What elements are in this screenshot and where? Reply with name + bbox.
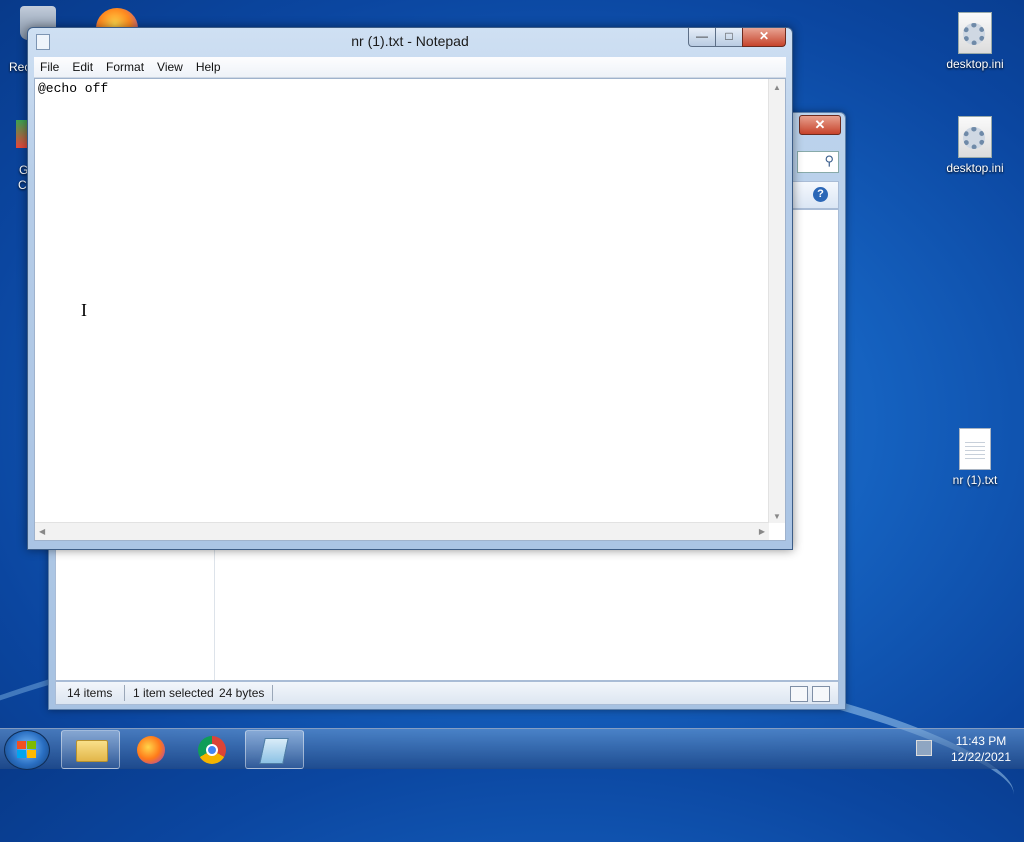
network-icon[interactable]	[916, 740, 932, 756]
scroll-right-arrow-icon[interactable]: ▶	[759, 527, 765, 536]
chrome-icon	[198, 736, 226, 764]
taskbar-chrome[interactable]	[183, 730, 242, 769]
minimize-button[interactable]: —	[688, 28, 716, 47]
window-title: nr (1).txt - Notepad	[351, 33, 469, 49]
menu-help[interactable]: Help	[190, 57, 228, 74]
text-cursor-icon: I	[81, 300, 87, 320]
firefox-icon	[137, 736, 165, 764]
editor-content[interactable]: @echo off	[38, 81, 108, 96]
desktop-icon-nr-txt[interactable]: nr (1).txt	[940, 428, 1010, 487]
taskbar: 11:43 PM 12/22/2021	[0, 728, 1024, 770]
notepad-window[interactable]: nr (1).txt - Notepad — □ ✕ File Edit Forma…	[27, 27, 793, 550]
search-icon[interactable]: ⚲	[824, 153, 834, 169]
scroll-up-arrow-icon[interactable]: ▲	[773, 83, 781, 92]
windows-logo-icon	[17, 741, 37, 759]
menu-format[interactable]: Format	[100, 57, 151, 74]
desktop-icon-desktop-ini[interactable]: desktop.ini	[940, 12, 1010, 71]
menu-file[interactable]: File	[34, 57, 66, 74]
system-clock[interactable]: 11:43 PM 12/22/2021	[946, 733, 1016, 765]
text-file-icon	[959, 428, 991, 470]
status-separator	[272, 685, 273, 701]
status-selected: 1 item selected	[133, 686, 214, 700]
status-size: 24 bytes	[219, 686, 265, 700]
notepad-icon	[259, 738, 289, 764]
horizontal-scrollbar[interactable]: ◀ ▶	[35, 522, 769, 540]
details-view-icon[interactable]	[790, 686, 808, 702]
folder-icon	[76, 740, 108, 762]
close-button[interactable]: ✕	[742, 28, 786, 47]
taskbar-explorer[interactable]	[61, 730, 120, 769]
explorer-close-button[interactable]: ✕	[799, 115, 841, 135]
scroll-left-arrow-icon[interactable]: ◀	[39, 527, 45, 536]
taskbar-notepad[interactable]	[245, 730, 304, 769]
desktop-icon-label: nr (1).txt	[952, 473, 998, 487]
vertical-scrollbar[interactable]: ▲ ▼	[768, 79, 785, 523]
explorer-status-bar: 14 items 1 item selected 24 bytes	[55, 681, 839, 705]
settings-file-icon	[958, 116, 992, 158]
scroll-down-arrow-icon[interactable]: ▼	[773, 512, 781, 521]
taskbar-firefox[interactable]	[122, 730, 181, 769]
start-button[interactable]	[4, 730, 50, 770]
desktop-icon-label: desktop.ini	[946, 161, 1004, 175]
explorer-search-input[interactable]: ⚲	[797, 151, 839, 173]
status-separator	[124, 685, 125, 701]
maximize-button[interactable]: □	[715, 28, 743, 47]
text-editor-area[interactable]: @echo off ▲ ▼ ◀ ▶	[34, 78, 786, 541]
preview-pane-icon[interactable]	[812, 686, 830, 702]
help-icon[interactable]: ?	[813, 187, 828, 202]
clock-date: 12/22/2021	[950, 750, 1012, 764]
menu-bar: File Edit Format View Help	[34, 57, 786, 78]
menu-edit[interactable]: Edit	[66, 57, 100, 74]
settings-file-icon	[958, 12, 992, 54]
desktop-icon-desktop-ini-2[interactable]: desktop.ini	[940, 116, 1010, 175]
status-item-count: 14 items	[67, 686, 113, 700]
desktop-icon-label: desktop.ini	[946, 57, 1004, 71]
clock-time: 11:43 PM	[955, 734, 1007, 748]
menu-view[interactable]: View	[151, 57, 190, 74]
desktop-label-partial: C	[18, 178, 27, 192]
